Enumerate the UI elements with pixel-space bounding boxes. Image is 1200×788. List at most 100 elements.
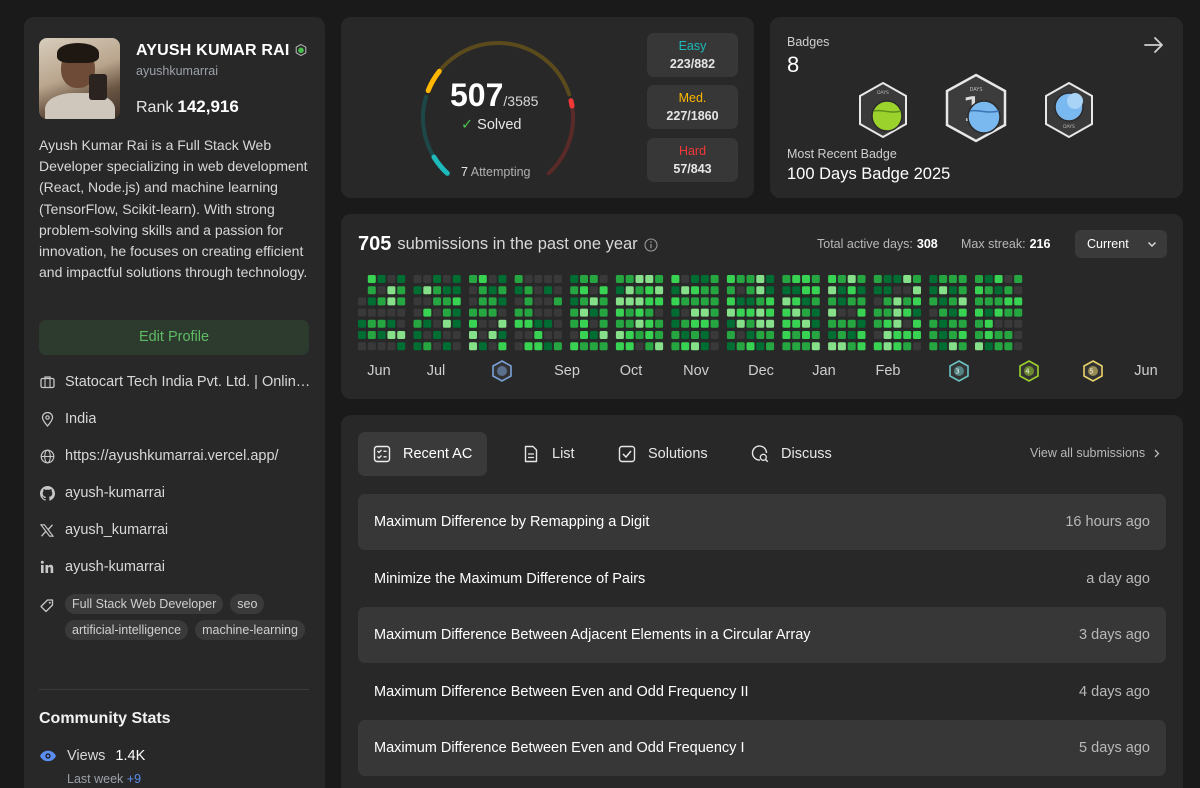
heatmap-cell[interactable]: [837, 297, 846, 306]
heatmap-cell[interactable]: [367, 319, 376, 328]
heatmap-cell[interactable]: [782, 308, 791, 317]
heatmap-cell[interactable]: [681, 342, 690, 351]
heatmap-cell[interactable]: [975, 275, 983, 283]
heatmap-cell[interactable]: [958, 319, 967, 328]
heatmap-cell[interactable]: [514, 308, 523, 317]
heatmap-cell[interactable]: [929, 308, 938, 317]
heatmap-cell[interactable]: [746, 342, 755, 351]
heatmap-cell[interactable]: [397, 275, 406, 283]
heatmap-cell[interactable]: [883, 331, 892, 339]
monthly-badge-icon[interactable]: 5: [1083, 360, 1103, 382]
heatmap-cell[interactable]: [746, 275, 755, 283]
website-link[interactable]: https://ayushkumarrai.vercel.app/: [65, 448, 279, 464]
heatmap-cell[interactable]: [433, 308, 442, 317]
heatmap-cell[interactable]: [736, 286, 745, 295]
heatmap-cell[interactable]: [883, 342, 892, 351]
heatmap-cell[interactable]: [625, 297, 634, 306]
heatmap-cell[interactable]: [671, 297, 680, 306]
heatmap-cell[interactable]: [746, 297, 755, 306]
heatmap-cell[interactable]: [524, 286, 533, 295]
heatmap-cell[interactable]: [452, 331, 461, 339]
heatmap-cell[interactable]: [599, 286, 608, 295]
heatmap-cell[interactable]: [599, 297, 608, 306]
heatmap-cell[interactable]: [498, 286, 507, 295]
heatmap-cell[interactable]: [452, 319, 461, 328]
heatmap-cell[interactable]: [873, 275, 882, 283]
heatmap-cell[interactable]: [423, 275, 432, 283]
heatmap-cell[interactable]: [766, 319, 775, 328]
heatmap-cell[interactable]: [948, 319, 957, 328]
heatmap-cell[interactable]: [710, 331, 719, 339]
heatmap-cell[interactable]: [599, 275, 608, 283]
heatmap-cell[interactable]: [958, 275, 967, 283]
skill-tag[interactable]: machine-learning: [195, 620, 305, 640]
heatmap-cell[interactable]: [387, 308, 396, 317]
heatmap-cell[interactable]: [469, 331, 477, 339]
heatmap-cell[interactable]: [736, 331, 745, 339]
heatmap-cell[interactable]: [929, 297, 938, 306]
heatmap-cell[interactable]: [736, 319, 745, 328]
heatmap-cell[interactable]: [645, 331, 654, 339]
heatmap-cell[interactable]: [433, 286, 442, 295]
heatmap-cell[interactable]: [1014, 319, 1023, 328]
heatmap-cell[interactable]: [726, 319, 735, 328]
heatmap-cell[interactable]: [544, 319, 553, 328]
heatmap-cell[interactable]: [691, 286, 699, 295]
avatar[interactable]: [39, 38, 120, 119]
heatmap-cell[interactable]: [615, 331, 624, 339]
heatmap-cell[interactable]: [524, 342, 533, 351]
heatmap-cell[interactable]: [377, 308, 386, 317]
heatmap-cell[interactable]: [589, 297, 598, 306]
heatmap-cell[interactable]: [514, 286, 523, 295]
heatmap-cell[interactable]: [975, 286, 983, 295]
heatmap-cell[interactable]: [782, 319, 791, 328]
heatmap-cell[interactable]: [488, 297, 497, 306]
heatmap-cell[interactable]: [498, 331, 507, 339]
arrow-right-icon[interactable]: [1143, 34, 1165, 56]
heatmap-cell[interactable]: [553, 297, 562, 306]
heatmap-cell[interactable]: [958, 297, 967, 306]
heatmap-cell[interactable]: [847, 331, 856, 339]
heatmap-cell[interactable]: [645, 319, 654, 328]
heatmap-cell[interactable]: [534, 275, 543, 283]
heatmap-cell[interactable]: [681, 319, 690, 328]
heatmap-cell[interactable]: [413, 342, 422, 351]
heatmap-cell[interactable]: [387, 275, 396, 283]
heatmap-cell[interactable]: [469, 342, 477, 351]
medium-stat[interactable]: Med. 227/1860: [647, 85, 738, 129]
heatmap-cell[interactable]: [873, 342, 882, 351]
heatmap-cell[interactable]: [377, 275, 386, 283]
linkedin-row[interactable]: ayush-kumarrai: [39, 556, 314, 578]
heatmap-cell[interactable]: [681, 331, 690, 339]
heatmap-cell[interactable]: [469, 319, 477, 328]
heatmap-cell[interactable]: [903, 331, 912, 339]
heatmap-cell[interactable]: [452, 275, 461, 283]
submission-heatmap[interactable]: [358, 274, 1166, 358]
heatmap-cell[interactable]: [873, 319, 882, 328]
heatmap-cell[interactable]: [413, 275, 422, 283]
heatmap-cell[interactable]: [570, 308, 579, 317]
heatmap-cell[interactable]: [939, 308, 948, 317]
heatmap-cell[interactable]: [847, 286, 856, 295]
heatmap-cell[interactable]: [589, 331, 598, 339]
heatmap-cell[interactable]: [857, 286, 866, 295]
heatmap-cell[interactable]: [828, 331, 837, 339]
heatmap-cell[interactable]: [847, 308, 856, 317]
heatmap-cell[interactable]: [645, 297, 654, 306]
heatmap-cell[interactable]: [397, 319, 406, 328]
heatmap-cell[interactable]: [746, 308, 755, 317]
heatmap-cell[interactable]: [691, 308, 699, 317]
heatmap-cell[interactable]: [544, 286, 553, 295]
heatmap-cell[interactable]: [358, 297, 366, 306]
heatmap-cell[interactable]: [488, 331, 497, 339]
heatmap-cell[interactable]: [994, 342, 1003, 351]
easy-stat[interactable]: Easy 223/882: [647, 33, 738, 77]
submission-row[interactable]: Maximum Difference Between Adjacent Elem…: [358, 607, 1166, 663]
heatmap-cell[interactable]: [893, 308, 902, 317]
heatmap-cell[interactable]: [377, 342, 386, 351]
heatmap-cell[interactable]: [488, 319, 497, 328]
heatmap-cell[interactable]: [524, 297, 533, 306]
heatmap-cell[interactable]: [948, 331, 957, 339]
heatmap-cell[interactable]: [635, 331, 644, 339]
heatmap-cell[interactable]: [580, 342, 588, 351]
